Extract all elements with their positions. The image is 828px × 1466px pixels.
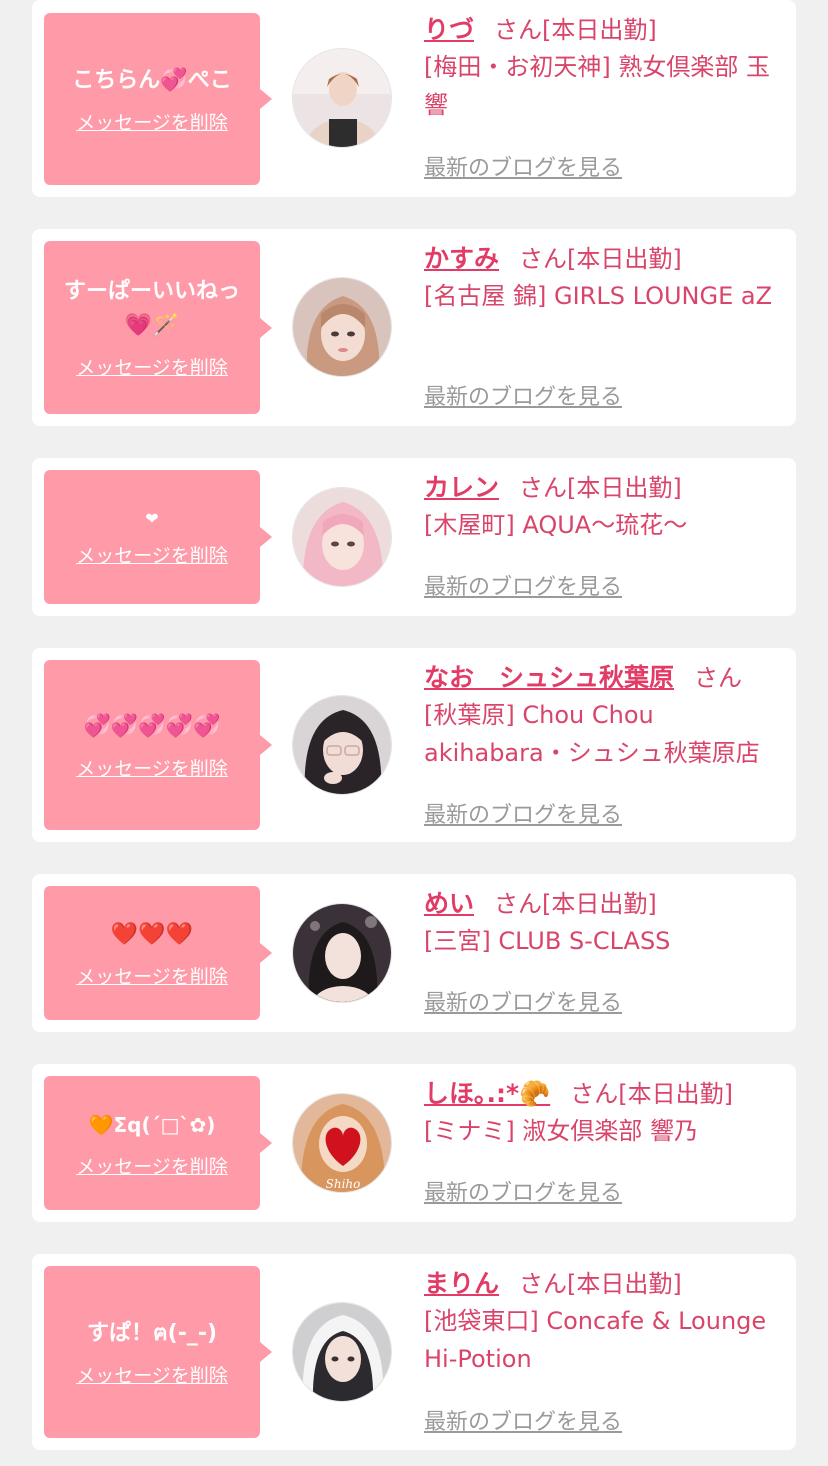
name-line: なお シュシュ秋葉原 さん (424, 660, 782, 696)
name-line: かすみ さん[本日出勤] (424, 241, 782, 277)
status-label: [本日出勤] (618, 1080, 733, 1108)
message-text: ❤︎ (145, 508, 159, 528)
honorific: さん (519, 474, 568, 502)
message-card: こちらん💞ぺこ メッセージを削除 りづ さん[本日出勤] [梅田・お初天神] 熟女… (32, 0, 796, 197)
message-text: すぱ！ฅ(-_-) (86, 1320, 218, 1346)
shop-info: [梅田・お初天神] 熟女倶楽部 玉響 (424, 53, 770, 119)
shop-info: [秋葉原] Chou Chou akihabara・シュシュ秋葉原店 (424, 701, 760, 767)
shop-info: [木屋町] AQUA〜琉花〜 (424, 511, 688, 539)
card-info: カレン さん[本日出勤] [木屋町] AQUA〜琉花〜 (424, 470, 782, 544)
message-card: ❤️❤️❤️ メッセージを削除 めい さん[本日出勤] [三宮] CLUB S-C… (32, 874, 796, 1032)
message-bubble: 🧡Σq(ˊ□ˋ✿) メッセージを削除 (44, 1076, 272, 1210)
status-label: [本日出勤] (567, 245, 682, 273)
latest-blog-link[interactable]: 最新のブログを見る (424, 1404, 622, 1436)
message-card: すーぱーいいねっ💗🪄 メッセージを削除 かすみ さん[本日出勤] [名古屋 錦] … (32, 229, 796, 426)
message-bubble: 💞💞💞💞💞 メッセージを削除 (44, 660, 272, 830)
cast-name-link[interactable]: りづ (424, 15, 474, 44)
message-text: 🧡Σq(ˊ□ˋ✿) (88, 1112, 216, 1137)
message-bubble: こちらん💞ぺこ メッセージを削除 (44, 13, 272, 185)
card-info: まりん さん[本日出勤] [池袋東口] Concafe & Lounge Hi-P… (424, 1266, 782, 1378)
message-card: 💞💞💞💞💞 メッセージを削除 なお シュシュ秋葉原 さん [秋葉原] Chou C… (32, 648, 796, 842)
message-card: 🧡Σq(ˊ□ˋ✿) メッセージを削除 Shiho しほ｡.:*🥐 さん[本日出勤]… (32, 1064, 796, 1222)
message-text: こちらん💞ぺこ (72, 67, 232, 93)
status-label: [本日出勤] (567, 474, 682, 502)
message-text: すーぱーいいねっ💗🪄 (63, 279, 240, 338)
latest-blog-link[interactable]: 最新のブログを見る (424, 985, 622, 1017)
card-info: めい さん[本日出勤] [三宮] CLUB S-CLASS (424, 886, 782, 960)
delete-message-link[interactable]: メッセージを削除 (76, 108, 228, 135)
avatar[interactable] (292, 277, 392, 377)
cast-name-link[interactable]: まりん (424, 1269, 499, 1298)
message-card: ❤︎ メッセージを削除 カレン さん[本日出勤] [木屋町] AQUA〜琉花〜 最… (32, 458, 796, 616)
delete-message-link[interactable]: メッセージを削除 (76, 962, 228, 989)
honorific: さん (494, 890, 543, 918)
status-label: [本日出勤] (542, 890, 657, 918)
cast-name-link[interactable]: しほ｡.:*🥐 (424, 1079, 550, 1108)
honorific: さん (519, 1270, 568, 1298)
cast-name-link[interactable]: めい (424, 889, 474, 918)
message-list: こちらん💞ぺこ メッセージを削除 りづ さん[本日出勤] [梅田・お初天神] 熟女… (0, 0, 828, 1466)
card-info: なお シュシュ秋葉原 さん [秋葉原] Chou Chou akihabara・シ… (424, 660, 782, 772)
svg-text:Shiho: Shiho (326, 1177, 361, 1191)
avatar[interactable] (292, 1302, 392, 1402)
message-text: ❤️❤️❤️ (110, 921, 194, 947)
name-line: まりん さん[本日出勤] (424, 1266, 782, 1302)
name-line: しほ｡.:*🥐 さん[本日出勤] (424, 1076, 782, 1112)
delete-message-link[interactable]: メッセージを削除 (76, 754, 228, 781)
message-bubble: ❤︎ メッセージを削除 (44, 470, 272, 604)
delete-message-link[interactable]: メッセージを削除 (76, 1152, 228, 1179)
avatar[interactable]: Shiho (292, 1093, 392, 1193)
delete-message-link[interactable]: メッセージを削除 (76, 541, 228, 568)
status-label: [本日出勤] (567, 1270, 682, 1298)
latest-blog-link[interactable]: 最新のブログを見る (424, 1175, 622, 1207)
shop-info: [ミナミ] 淑女倶楽部 響乃 (424, 1117, 698, 1145)
cast-name-link[interactable]: カレン (424, 473, 499, 502)
message-text: 💞💞💞💞💞 (83, 713, 221, 739)
avatar[interactable] (292, 48, 392, 148)
delete-message-link[interactable]: メッセージを削除 (76, 1361, 228, 1388)
shop-info: [三宮] CLUB S-CLASS (424, 927, 671, 955)
cast-name-link[interactable]: かすみ (424, 244, 499, 273)
message-bubble: ❤️❤️❤️ メッセージを削除 (44, 886, 272, 1020)
latest-blog-link[interactable]: 最新のブログを見る (424, 797, 622, 829)
honorific: さん (570, 1080, 619, 1108)
avatar[interactable] (292, 487, 392, 587)
honorific: さん (494, 16, 543, 44)
card-info: かすみ さん[本日出勤] [名古屋 錦] GIRLS LOUNGE aZ (424, 241, 782, 315)
avatar[interactable] (292, 903, 392, 1003)
latest-blog-link[interactable]: 最新のブログを見る (424, 150, 622, 182)
honorific: さん (519, 245, 568, 273)
message-bubble: すぱ！ฅ(-_-) メッセージを削除 (44, 1266, 272, 1438)
message-card: すぱ！ฅ(-_-) メッセージを削除 まりん さん[本日出勤] [池袋東口] Co… (32, 1254, 796, 1450)
cast-name-link[interactable]: なお シュシュ秋葉原 (424, 663, 674, 692)
shop-info: [池袋東口] Concafe & Lounge Hi-Potion (424, 1307, 767, 1373)
honorific: さん (694, 664, 743, 692)
avatar[interactable] (292, 695, 392, 795)
latest-blog-link[interactable]: 最新のブログを見る (424, 569, 622, 601)
name-line: めい さん[本日出勤] (424, 886, 782, 922)
name-line: カレン さん[本日出勤] (424, 470, 782, 506)
shop-info: [名古屋 錦] GIRLS LOUNGE aZ (424, 282, 773, 310)
card-info: しほ｡.:*🥐 さん[本日出勤] [ミナミ] 淑女倶楽部 響乃 (424, 1076, 782, 1150)
delete-message-link[interactable]: メッセージを削除 (76, 353, 228, 380)
message-bubble: すーぱーいいねっ💗🪄 メッセージを削除 (44, 241, 272, 414)
card-info: りづ さん[本日出勤] [梅田・お初天神] 熟女倶楽部 玉響 (424, 12, 782, 124)
status-label: [本日出勤] (542, 16, 657, 44)
name-line: りづ さん[本日出勤] (424, 12, 782, 48)
latest-blog-link[interactable]: 最新のブログを見る (424, 379, 622, 411)
